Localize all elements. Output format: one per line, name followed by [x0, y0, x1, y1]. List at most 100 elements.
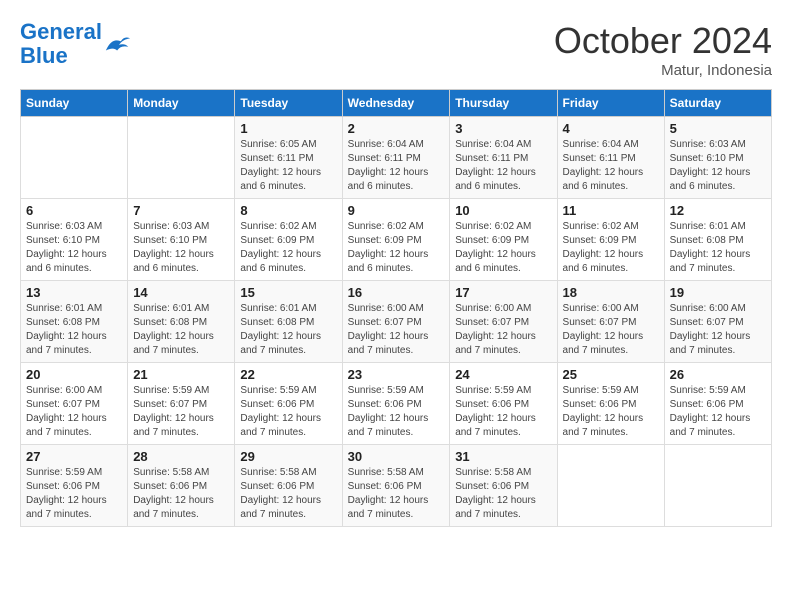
day-info: Sunrise: 5:58 AM Sunset: 6:06 PM Dayligh… [348, 466, 445, 522]
day-number: 5 [670, 121, 766, 136]
month-title: October 2024 [554, 20, 772, 62]
calendar-cell: 21 Sunrise: 5:59 AM Sunset: 6:07 PM Dayli… [128, 363, 235, 445]
day-number: 26 [670, 367, 766, 382]
page-header: GeneralBlue October 2024 Matur, Indonesi… [20, 20, 772, 79]
location-subtitle: Matur, Indonesia [554, 62, 772, 79]
day-number: 2 [348, 121, 445, 136]
calendar-cell [128, 117, 235, 199]
day-header-saturday: Saturday [664, 90, 771, 117]
calendar-cell: 6 Sunrise: 6:03 AM Sunset: 6:10 PM Daylig… [21, 199, 128, 281]
day-number: 15 [240, 285, 336, 300]
day-number: 31 [455, 449, 551, 464]
day-info: Sunrise: 6:03 AM Sunset: 6:10 PM Dayligh… [670, 138, 766, 194]
calendar-cell: 11Sunrise: 6:02 AM Sunset: 6:09 PM Dayli… [557, 199, 664, 281]
calendar-cell: 17 Sunrise: 6:00 AM Sunset: 6:07 PM Dayli… [450, 281, 557, 363]
day-info: Sunrise: 5:59 AM Sunset: 6:06 PM Dayligh… [240, 384, 336, 440]
day-info: Sunrise: 6:00 AM Sunset: 6:07 PM Dayligh… [670, 302, 766, 358]
day-info: Sunrise: 5:59 AM Sunset: 6:06 PM Dayligh… [348, 384, 445, 440]
day-info: Sunrise: 5:58 AM Sunset: 6:06 PM Dayligh… [133, 466, 229, 522]
day-number: 17 [455, 285, 551, 300]
day-number: 29 [240, 449, 336, 464]
calendar-cell: 19 Sunrise: 6:00 AM Sunset: 6:07 PM Dayli… [664, 281, 771, 363]
day-number: 18 [563, 285, 659, 300]
day-number: 6 [26, 203, 122, 218]
day-number: 12 [670, 203, 766, 218]
calendar-cell: 8 Sunrise: 6:02 AM Sunset: 6:09 PM Daylig… [235, 199, 342, 281]
calendar-cell: 2 Sunrise: 6:04 AM Sunset: 6:11 PM Daylig… [342, 117, 450, 199]
calendar-week-row: 20 Sunrise: 6:00 AM Sunset: 6:07 PM Dayli… [21, 363, 772, 445]
day-number: 23 [348, 367, 445, 382]
calendar-cell: 20 Sunrise: 6:00 AM Sunset: 6:07 PM Dayli… [21, 363, 128, 445]
day-number: 28 [133, 449, 229, 464]
day-info: Sunrise: 6:01 AM Sunset: 6:08 PM Dayligh… [670, 220, 766, 276]
day-info: Sunrise: 6:03 AM Sunset: 6:10 PM Dayligh… [133, 220, 229, 276]
calendar-cell: 31 Sunrise: 5:58 AM Sunset: 6:06 PM Dayli… [450, 445, 557, 527]
day-number: 8 [240, 203, 336, 218]
day-number: 19 [670, 285, 766, 300]
day-info: Sunrise: 6:01 AM Sunset: 6:08 PM Dayligh… [26, 302, 122, 358]
day-info: Sunrise: 6:00 AM Sunset: 6:07 PM Dayligh… [455, 302, 551, 358]
calendar-week-row: 6 Sunrise: 6:03 AM Sunset: 6:10 PM Daylig… [21, 199, 772, 281]
calendar-table: SundayMondayTuesdayWednesdayThursdayFrid… [20, 89, 772, 527]
day-number: 13 [26, 285, 122, 300]
calendar-cell: 22Sunrise: 5:59 AM Sunset: 6:06 PM Dayli… [235, 363, 342, 445]
day-info: Sunrise: 6:01 AM Sunset: 6:08 PM Dayligh… [240, 302, 336, 358]
day-info: Sunrise: 6:00 AM Sunset: 6:07 PM Dayligh… [563, 302, 659, 358]
day-info: Sunrise: 5:59 AM Sunset: 6:06 PM Dayligh… [26, 466, 122, 522]
day-number: 9 [348, 203, 445, 218]
calendar-body: 1Sunrise: 6:05 AM Sunset: 6:11 PM Daylig… [21, 117, 772, 527]
day-header-monday: Monday [128, 90, 235, 117]
day-info: Sunrise: 5:59 AM Sunset: 6:06 PM Dayligh… [670, 384, 766, 440]
day-info: Sunrise: 5:59 AM Sunset: 6:07 PM Dayligh… [133, 384, 229, 440]
calendar-cell: 13 Sunrise: 6:01 AM Sunset: 6:08 PM Dayli… [21, 281, 128, 363]
calendar-cell: 4 Sunrise: 6:04 AM Sunset: 6:11 PM Daylig… [557, 117, 664, 199]
calendar-header-row: SundayMondayTuesdayWednesdayThursdayFrid… [21, 90, 772, 117]
calendar-cell: 27 Sunrise: 5:59 AM Sunset: 6:06 PM Dayli… [21, 445, 128, 527]
day-info: Sunrise: 6:02 AM Sunset: 6:09 PM Dayligh… [348, 220, 445, 276]
day-info: Sunrise: 6:04 AM Sunset: 6:11 PM Dayligh… [455, 138, 551, 194]
day-info: Sunrise: 6:02 AM Sunset: 6:09 PM Dayligh… [563, 220, 659, 276]
calendar-week-row: 13 Sunrise: 6:01 AM Sunset: 6:08 PM Dayli… [21, 281, 772, 363]
calendar-week-row: 1Sunrise: 6:05 AM Sunset: 6:11 PM Daylig… [21, 117, 772, 199]
calendar-cell: 10Sunrise: 6:02 AM Sunset: 6:09 PM Dayli… [450, 199, 557, 281]
day-header-wednesday: Wednesday [342, 90, 450, 117]
day-header-friday: Friday [557, 90, 664, 117]
calendar-cell: 9 Sunrise: 6:02 AM Sunset: 6:09 PM Daylig… [342, 199, 450, 281]
calendar-week-row: 27 Sunrise: 5:59 AM Sunset: 6:06 PM Dayli… [21, 445, 772, 527]
day-info: Sunrise: 6:00 AM Sunset: 6:07 PM Dayligh… [348, 302, 445, 358]
day-number: 3 [455, 121, 551, 136]
day-number: 27 [26, 449, 122, 464]
day-info: Sunrise: 5:58 AM Sunset: 6:06 PM Dayligh… [240, 466, 336, 522]
calendar-cell [664, 445, 771, 527]
day-info: Sunrise: 5:59 AM Sunset: 6:06 PM Dayligh… [455, 384, 551, 440]
day-header-tuesday: Tuesday [235, 90, 342, 117]
calendar-cell: 23 Sunrise: 5:59 AM Sunset: 6:06 PM Dayli… [342, 363, 450, 445]
calendar-cell: 25Sunrise: 5:59 AM Sunset: 6:06 PM Dayli… [557, 363, 664, 445]
calendar-cell [21, 117, 128, 199]
day-info: Sunrise: 6:00 AM Sunset: 6:07 PM Dayligh… [26, 384, 122, 440]
day-header-thursday: Thursday [450, 90, 557, 117]
calendar-cell: 29 Sunrise: 5:58 AM Sunset: 6:06 PM Dayli… [235, 445, 342, 527]
calendar-cell: 30Sunrise: 5:58 AM Sunset: 6:06 PM Dayli… [342, 445, 450, 527]
day-number: 10 [455, 203, 551, 218]
day-info: Sunrise: 6:03 AM Sunset: 6:10 PM Dayligh… [26, 220, 122, 276]
day-info: Sunrise: 6:04 AM Sunset: 6:11 PM Dayligh… [348, 138, 445, 194]
day-info: Sunrise: 5:59 AM Sunset: 6:06 PM Dayligh… [563, 384, 659, 440]
calendar-cell: 26 Sunrise: 5:59 AM Sunset: 6:06 PM Dayli… [664, 363, 771, 445]
calendar-cell: 14Sunrise: 6:01 AM Sunset: 6:08 PM Dayli… [128, 281, 235, 363]
day-number: 20 [26, 367, 122, 382]
day-number: 4 [563, 121, 659, 136]
day-info: Sunrise: 6:02 AM Sunset: 6:09 PM Dayligh… [240, 220, 336, 276]
logo-text: GeneralBlue [20, 20, 102, 68]
day-info: Sunrise: 6:04 AM Sunset: 6:11 PM Dayligh… [563, 138, 659, 194]
calendar-cell: 7Sunrise: 6:03 AM Sunset: 6:10 PM Daylig… [128, 199, 235, 281]
calendar-cell: 3 Sunrise: 6:04 AM Sunset: 6:11 PM Daylig… [450, 117, 557, 199]
calendar-cell: 15 Sunrise: 6:01 AM Sunset: 6:08 PM Dayli… [235, 281, 342, 363]
day-info: Sunrise: 5:58 AM Sunset: 6:06 PM Dayligh… [455, 466, 551, 522]
day-header-sunday: Sunday [21, 90, 128, 117]
calendar-cell: 24Sunrise: 5:59 AM Sunset: 6:06 PM Dayli… [450, 363, 557, 445]
calendar-cell: 5 Sunrise: 6:03 AM Sunset: 6:10 PM Daylig… [664, 117, 771, 199]
logo: GeneralBlue [20, 20, 132, 68]
day-number: 21 [133, 367, 229, 382]
day-number: 1 [240, 121, 336, 136]
